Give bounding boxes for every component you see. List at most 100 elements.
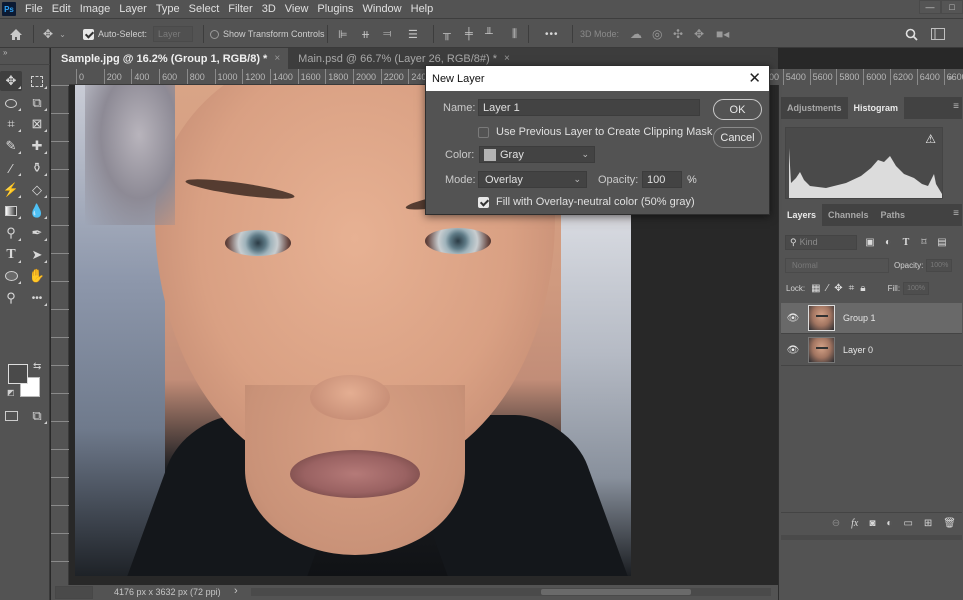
home-button[interactable]: [9, 19, 23, 49]
align-bottom-edges-button[interactable]: ╨: [485, 19, 493, 49]
auto-select-checkbox[interactable]: [83, 28, 94, 40]
tools-panel-grip[interactable]: »: [0, 48, 50, 65]
tab-sample-jpg[interactable]: Sample.jpg @ 16.2% (Group 1, RGB/8) * ×: [51, 48, 289, 69]
mode-select[interactable]: Overlay ⌄: [478, 171, 587, 188]
screen-mode-button[interactable]: ⧉: [26, 406, 48, 426]
eyedropper-tool[interactable]: ✎: [0, 136, 22, 156]
clone-stamp-tool[interactable]: ⚱: [26, 158, 48, 178]
menu-3d[interactable]: 3D: [262, 3, 276, 15]
menu-plugins[interactable]: Plugins: [317, 3, 353, 15]
default-colors-icon[interactable]: ◩: [7, 388, 15, 397]
tab-adjustments[interactable]: Adjustments: [781, 97, 848, 119]
edit-toolbar-button[interactable]: •••: [26, 288, 48, 308]
show-transform-checkbox[interactable]: [210, 29, 219, 39]
distribute-horizontal-button[interactable]: ⫼: [512, 19, 517, 49]
panel-menu-icon[interactable]: ≡: [953, 208, 959, 219]
more-options-button[interactable]: •••: [545, 19, 559, 49]
ok-button[interactable]: OK: [713, 99, 762, 120]
delete-layer-trash-icon[interactable]: 🗑︎: [943, 518, 956, 529]
swap-colors-icon[interactable]: ⇆: [33, 361, 41, 372]
warning-icon[interactable]: ⚠: [925, 132, 936, 146]
horizontal-scrollbar[interactable]: [251, 588, 771, 596]
3d-scale-button[interactable]: ■◂: [716, 19, 729, 49]
panel-menu-icon[interactable]: ≡: [953, 101, 959, 112]
ruler-origin[interactable]: [51, 69, 69, 85]
marquee-tool[interactable]: [26, 71, 48, 91]
maximize-button[interactable]: □: [941, 0, 963, 14]
foreground-color-swatch[interactable]: [8, 364, 28, 384]
align-right-edges-button[interactable]: ⫤: [383, 19, 391, 49]
layer-kind-filter[interactable]: ⚲ Kind: [785, 234, 857, 250]
menu-layer[interactable]: Layer: [119, 3, 147, 15]
visibility-eye-icon[interactable]: 👁︎: [781, 313, 805, 324]
filter-shape-layers-icon[interactable]: ⌑: [919, 237, 929, 248]
menu-image[interactable]: Image: [80, 3, 111, 15]
align-top-edges-button[interactable]: ╥: [443, 19, 451, 49]
move-tool[interactable]: ✥: [0, 71, 22, 91]
crop-tool[interactable]: ⌗: [0, 114, 22, 134]
gradient-tool[interactable]: [0, 201, 22, 221]
auto-select-toggle[interactable]: Auto-Select:: [83, 19, 147, 49]
panel-resize-handle[interactable]: [781, 535, 962, 540]
opacity-field[interactable]: 100%: [926, 258, 953, 272]
horizontal-ruler-right[interactable]: 52005400560058006000620064006600: [770, 69, 963, 85]
ellipse-tool[interactable]: [0, 266, 22, 286]
close-tab-icon[interactable]: ×: [504, 53, 510, 64]
layer-row-layer-0[interactable]: 👁︎ Layer 0: [781, 335, 962, 366]
history-brush-tool[interactable]: ⚡: [0, 180, 22, 200]
lock-position-icon[interactable]: ✥: [834, 283, 842, 294]
add-mask-icon[interactable]: ◙: [869, 518, 875, 529]
menu-type[interactable]: Type: [156, 3, 180, 15]
tab-layers[interactable]: Layers: [781, 204, 823, 226]
layer-style-fx-icon[interactable]: fx: [851, 518, 858, 529]
show-transform-toggle[interactable]: Show Transform Controls: [210, 19, 325, 49]
dodge-tool[interactable]: ⚲: [0, 223, 22, 243]
healing-brush-tool[interactable]: ✚: [26, 136, 48, 156]
zoom-level-field[interactable]: [55, 586, 93, 599]
dialog-titlebar[interactable]: New Layer ✕: [426, 66, 769, 91]
opacity-input[interactable]: 100 ⌄: [642, 171, 694, 188]
tab-channels[interactable]: Channels: [822, 204, 875, 226]
auto-select-target[interactable]: Layer: [153, 19, 193, 49]
filter-type-layers-icon[interactable]: T: [901, 237, 911, 248]
visibility-eye-icon[interactable]: 👁︎: [781, 345, 805, 356]
fill-neutral-option[interactable]: Fill with Overlay-neutral color (50% gra…: [478, 196, 695, 208]
search-button[interactable]: [905, 19, 918, 49]
3d-orbit-button[interactable]: ☁: [630, 19, 642, 49]
menu-edit[interactable]: Edit: [52, 3, 71, 15]
vertical-ruler[interactable]: [51, 85, 69, 585]
lock-artboard-icon[interactable]: ⌗: [849, 283, 855, 294]
fill-field[interactable]: 100%: [903, 281, 930, 295]
quick-mask-button[interactable]: [0, 406, 22, 426]
filter-smart-objects-icon[interactable]: ▤: [937, 237, 947, 248]
object-selection-tool[interactable]: ⧉: [26, 93, 48, 113]
clipping-mask-checkbox[interactable]: [478, 126, 489, 138]
collapse-panels-button[interactable]: «: [949, 73, 953, 82]
menu-filter[interactable]: Filter: [228, 3, 252, 15]
fill-neutral-checkbox[interactable]: [478, 196, 489, 208]
dialog-close-button[interactable]: ✕: [748, 69, 761, 87]
filter-adjustment-layers-icon[interactable]: ◐: [883, 237, 893, 248]
lock-all-icon[interactable]: 🔒︎: [860, 283, 865, 294]
lasso-tool[interactable]: [0, 93, 22, 113]
tab-histogram[interactable]: Histogram: [847, 97, 905, 119]
3d-slide-button[interactable]: ✥: [694, 19, 704, 49]
3d-roll-button[interactable]: ◎: [652, 19, 662, 49]
pen-tool[interactable]: ✒: [26, 223, 48, 243]
minimize-button[interactable]: —: [919, 0, 941, 14]
new-adjustment-layer-icon[interactable]: ◐: [886, 518, 892, 529]
frame-tool[interactable]: ⊠: [26, 114, 48, 134]
blur-tool[interactable]: 💧: [26, 201, 48, 221]
layer-name-input[interactable]: [478, 99, 700, 116]
lock-transparent-pixels-icon[interactable]: ▦: [811, 283, 820, 294]
zoom-tool[interactable]: ⚲: [0, 288, 22, 308]
hand-tool[interactable]: ✋: [26, 266, 48, 286]
color-select[interactable]: Gray ⌄: [479, 146, 595, 163]
blend-mode-select[interactable]: Normal: [785, 257, 889, 273]
path-selection-tool[interactable]: ➤: [26, 245, 48, 265]
eraser-tool[interactable]: ◇: [26, 180, 48, 200]
distribute-vertical-button[interactable]: ☰: [408, 19, 418, 49]
filter-pixel-layers-icon[interactable]: ▣: [865, 237, 875, 248]
3d-pan-button[interactable]: ✣: [673, 19, 683, 49]
workspace-button[interactable]: [931, 19, 945, 49]
